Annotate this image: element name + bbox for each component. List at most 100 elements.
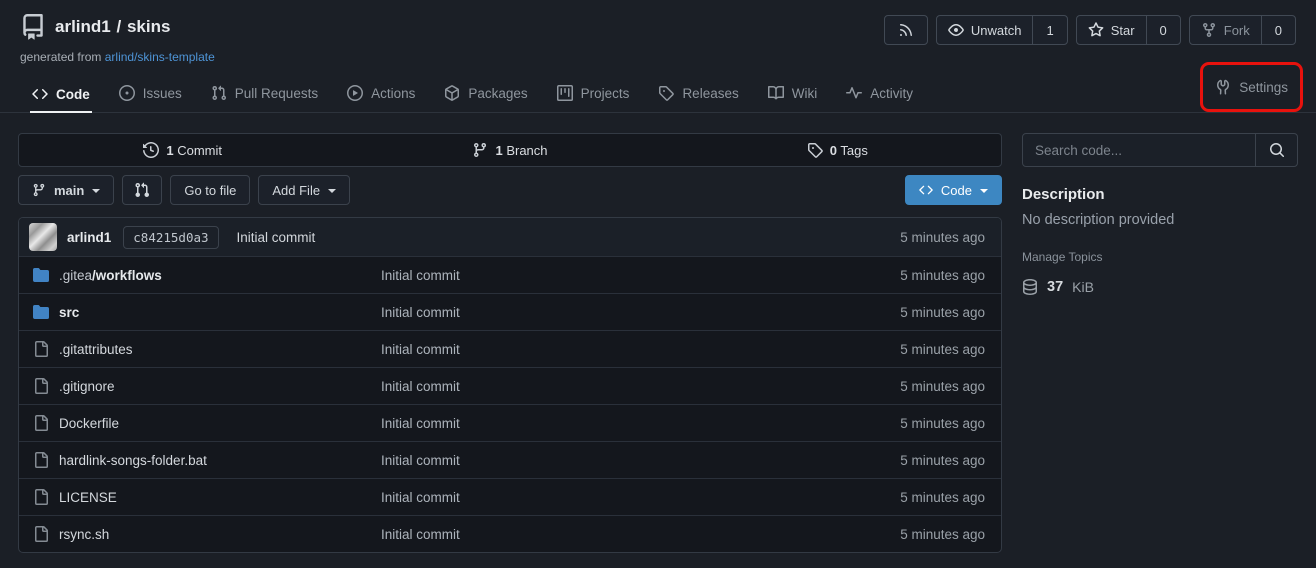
repo-main-column: 1 Commit 1 Branch 0 Tags main <box>18 133 1002 553</box>
tags-link[interactable]: 0 Tags <box>674 134 1001 166</box>
repo-header: arlind1 / skins generated from arlind/sk… <box>0 0 1316 64</box>
rss-feed-button[interactable] <box>884 15 928 45</box>
file-commit-message-link[interactable]: Initial commit <box>381 268 831 283</box>
tab-actions[interactable]: Actions <box>345 76 417 112</box>
search-icon <box>1269 142 1285 158</box>
commit-hash-link[interactable]: c84215d0a3 <box>123 226 218 249</box>
tab-code[interactable]: Code <box>30 77 92 113</box>
file-link[interactable]: rsync.sh <box>29 526 381 542</box>
repo-content: 1 Commit 1 Branch 0 Tags main <box>0 113 1316 553</box>
code-search-box <box>1022 133 1298 167</box>
file-link[interactable]: .gitattributes <box>29 341 381 357</box>
folder-icon <box>33 304 49 320</box>
tab-wiki-label: Wiki <box>792 86 818 101</box>
file-commit-time: 5 minutes ago <box>831 416 991 431</box>
repo-size-value: 37 <box>1047 279 1063 295</box>
file-link[interactable]: Dockerfile <box>29 415 381 431</box>
commit-time: 5 minutes ago <box>900 230 991 245</box>
branch-count: 1 <box>495 143 502 158</box>
file-commit-message-link[interactable]: Initial commit <box>381 490 831 505</box>
star-button[interactable]: Star <box>1077 16 1146 44</box>
manage-topics-link[interactable]: Manage Topics <box>1022 250 1298 264</box>
file-commit-time: 5 minutes ago <box>831 342 991 357</box>
chevron-down-icon <box>980 189 988 193</box>
file-link[interactable]: LICENSE <box>29 489 381 505</box>
search-input[interactable] <box>1023 134 1255 166</box>
repo-owner-link[interactable]: arlind1 <box>55 17 111 36</box>
search-button[interactable] <box>1255 134 1297 166</box>
code-icon <box>32 86 48 102</box>
table-row: rsync.sh Initial commit 5 minutes ago <box>19 515 1001 552</box>
commits-link[interactable]: 1 Commit <box>19 134 346 166</box>
add-file-label: Add File <box>272 183 320 198</box>
go-to-file-label: Go to file <box>184 183 236 198</box>
branches-link[interactable]: 1 Branch <box>346 134 673 166</box>
tab-activity-label: Activity <box>870 86 913 101</box>
tab-wiki[interactable]: Wiki <box>766 76 820 112</box>
file-commit-time: 5 minutes ago <box>831 305 991 320</box>
star-label: Star <box>1111 23 1135 38</box>
code-icon <box>919 183 933 197</box>
commit-count-label: Commit <box>177 143 222 158</box>
tab-settings-label: Settings <box>1239 80 1288 95</box>
file-table: arlind1 c84215d0a3 Initial commit 5 minu… <box>18 217 1002 553</box>
file-commit-message-link[interactable]: Initial commit <box>381 416 831 431</box>
file-commit-message-link[interactable]: Initial commit <box>381 379 831 394</box>
file-commit-message-link[interactable]: Initial commit <box>381 305 831 320</box>
rss-icon <box>898 22 914 38</box>
table-row: .gitattributes Initial commit 5 minutes … <box>19 330 1001 367</box>
chevron-down-icon <box>328 189 336 193</box>
eye-icon <box>948 22 964 38</box>
unwatch-label: Unwatch <box>971 23 1022 38</box>
file-link[interactable]: .gitignore <box>29 378 381 394</box>
tab-settings[interactable]: Settings <box>1215 79 1288 95</box>
forks-count[interactable]: 0 <box>1261 16 1295 44</box>
repo-summary-bar: 1 Commit 1 Branch 0 Tags <box>18 133 1002 167</box>
file-commit-message-link[interactable]: Initial commit <box>381 527 831 542</box>
tab-issues[interactable]: Issues <box>117 76 184 112</box>
tab-activity[interactable]: Activity <box>844 76 915 112</box>
repo-action-buttons: Unwatch 1 Star 0 Fork <box>884 15 1296 45</box>
tag-icon <box>658 85 674 101</box>
add-file-button[interactable]: Add File <box>258 175 350 205</box>
gitea-repo-page: arlind1 / skins generated from arlind/sk… <box>0 0 1316 553</box>
file-commit-message-link[interactable]: Initial commit <box>381 342 831 357</box>
code-download-button[interactable]: Code <box>905 175 1002 205</box>
table-row: Dockerfile Initial commit 5 minutes ago <box>19 404 1001 441</box>
chevron-down-icon <box>92 189 100 193</box>
play-circle-icon <box>347 85 363 101</box>
avatar[interactable] <box>29 223 57 251</box>
tab-releases-label: Releases <box>682 86 738 101</box>
branch-selector[interactable]: main <box>18 175 114 205</box>
tab-code-label: Code <box>56 87 90 102</box>
file-commit-time: 5 minutes ago <box>831 379 991 394</box>
fork-button[interactable]: Fork <box>1190 16 1261 44</box>
file-commit-message-link[interactable]: Initial commit <box>381 453 831 468</box>
tag-count-label: Tags <box>840 143 867 158</box>
watchers-count[interactable]: 1 <box>1032 16 1066 44</box>
tab-packages[interactable]: Packages <box>442 76 529 112</box>
file-link[interactable]: hardlink-songs-folder.bat <box>29 452 381 468</box>
file-link[interactable]: .gitea/workflows <box>29 267 381 283</box>
go-to-file-button[interactable]: Go to file <box>170 175 250 205</box>
file-link[interactable]: src <box>29 304 381 320</box>
tab-projects[interactable]: Projects <box>555 76 632 112</box>
unwatch-button[interactable]: Unwatch <box>937 16 1033 44</box>
stars-count[interactable]: 0 <box>1146 16 1180 44</box>
tab-releases[interactable]: Releases <box>656 76 740 112</box>
fork-button-group: Fork 0 <box>1189 15 1296 45</box>
commit-message-link[interactable]: Initial commit <box>237 230 891 245</box>
tab-projects-label: Projects <box>581 86 630 101</box>
repo-size: 37 KiB <box>1022 279 1298 295</box>
tag-icon <box>807 142 823 158</box>
repo-icon <box>20 14 46 40</box>
compare-button[interactable] <box>122 175 162 205</box>
commit-author-link[interactable]: arlind1 <box>67 230 111 245</box>
table-row: hardlink-songs-folder.bat Initial commit… <box>19 441 1001 478</box>
repo-toolbar: main Go to file Add File Code <box>18 175 1002 205</box>
fork-icon <box>1201 22 1217 38</box>
repo-name-link[interactable]: skins <box>127 17 170 36</box>
template-repo-link[interactable]: arlind/skins-template <box>105 50 215 64</box>
star-icon <box>1088 22 1104 38</box>
tab-pull-requests[interactable]: Pull Requests <box>209 76 320 112</box>
